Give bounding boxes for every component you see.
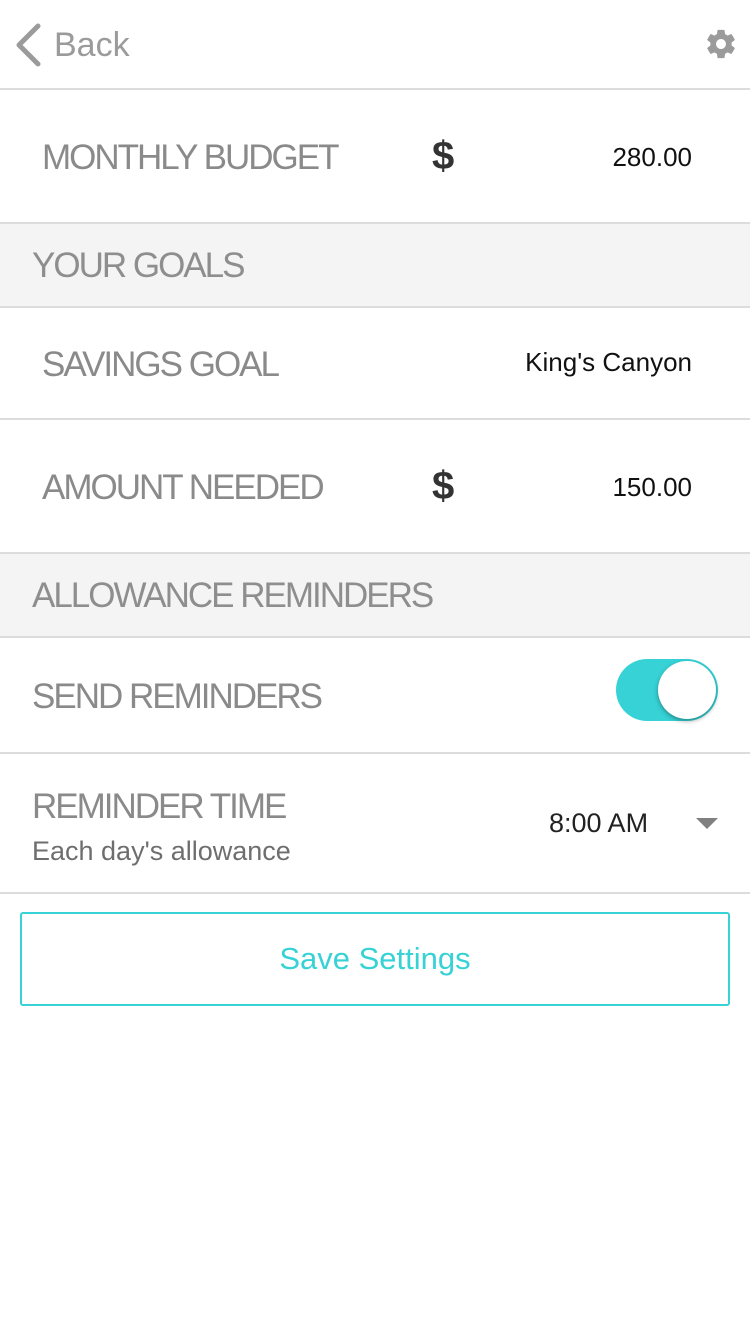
allowance-reminders-section-header: ALLOWANCE REMINDERS [0, 554, 750, 638]
section-title: YOUR GOALS [32, 246, 245, 285]
toggle-knob [658, 661, 716, 719]
amount-needed-row[interactable]: AMOUNT NEEDED $ 150.00 [0, 420, 750, 554]
reminder-time-row[interactable]: REMINDER TIME Each day's allowance 8:00 … [0, 754, 750, 894]
reminder-time-label: REMINDER TIME [32, 787, 287, 826]
amount-needed-label: AMOUNT NEEDED [42, 468, 325, 507]
amount-needed-value[interactable]: 150.00 [612, 472, 692, 503]
your-goals-section-header: YOUR GOALS [0, 224, 750, 308]
monthly-budget-value[interactable]: 280.00 [612, 142, 692, 173]
reminder-time-value[interactable]: 8:00 AM [549, 808, 648, 839]
gear-icon[interactable] [704, 27, 738, 61]
savings-goal-value[interactable]: King's Canyon [525, 347, 692, 378]
send-reminders-row: SEND REMINDERS [0, 638, 750, 754]
navigation-bar: Back [0, 0, 750, 90]
savings-goal-label: SAVINGS GOAL [42, 345, 280, 384]
section-title: ALLOWANCE REMINDERS [32, 576, 434, 615]
reminder-time-sublabel: Each day's allowance [32, 836, 291, 866]
save-settings-button[interactable]: Save Settings [20, 912, 730, 1006]
send-reminders-label: SEND REMINDERS [32, 677, 323, 716]
monthly-budget-row[interactable]: MONTHLY BUDGET $ 280.00 [0, 90, 750, 224]
back-button[interactable]: Back [14, 22, 130, 68]
savings-goal-row[interactable]: SAVINGS GOAL King's Canyon [0, 308, 750, 420]
send-reminders-toggle[interactable] [616, 659, 718, 721]
chevron-left-icon [16, 23, 41, 67]
currency-symbol: $ [432, 134, 455, 178]
back-label: Back [54, 25, 130, 64]
currency-symbol: $ [432, 464, 455, 508]
caret-down-icon[interactable] [696, 818, 718, 829]
monthly-budget-label: MONTHLY BUDGET [42, 138, 339, 177]
